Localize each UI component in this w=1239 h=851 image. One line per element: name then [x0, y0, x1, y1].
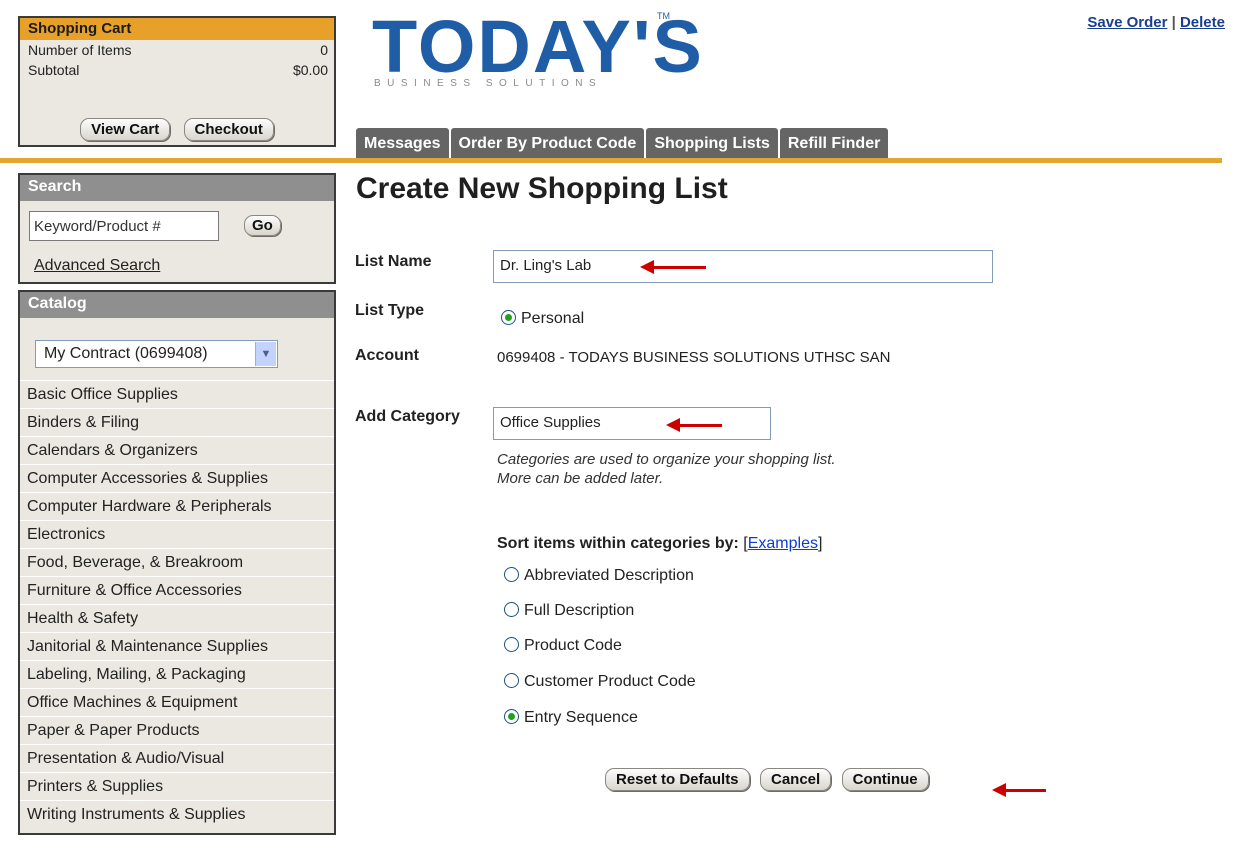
catalog-item[interactable]: Furniture & Office Accessories: [20, 576, 334, 604]
list-type-label: List Type: [355, 302, 425, 319]
annotation-arrow: [666, 418, 722, 432]
add-category-label: Add Category: [355, 408, 460, 425]
catalog-item[interactable]: Computer Accessories & Supplies: [20, 464, 334, 492]
sort-option[interactable]: Entry Sequence: [504, 709, 638, 727]
search-title: Search: [20, 175, 334, 201]
catalog-panel: Catalog My Contract (0699408) ▼ Basic Of…: [18, 290, 336, 835]
catalog-item[interactable]: Paper & Paper Products: [20, 716, 334, 744]
sort-option-label: Product Code: [524, 637, 622, 654]
cart-subtotal-label: Subtotal: [28, 62, 80, 78]
contract-select-value: My Contract (0699408): [44, 345, 208, 362]
cancel-button[interactable]: Cancel: [759, 768, 832, 791]
account-label: Account: [355, 347, 419, 364]
catalog-item[interactable]: Binders & Filing: [20, 408, 334, 436]
sort-option[interactable]: Abbreviated Description: [504, 567, 694, 585]
tab-shopping-lists[interactable]: Shopping Lists: [646, 128, 778, 158]
search-panel: Search Go Advanced Search: [18, 173, 336, 284]
catalog-item[interactable]: Writing Instruments & Supplies: [20, 800, 334, 828]
form-buttons: Reset to Defaults Cancel Continue: [605, 768, 929, 791]
chevron-down-icon[interactable]: ▼: [255, 342, 276, 366]
catalog-title: Catalog: [20, 292, 334, 318]
cart-subtotal-row: Subtotal $0.00: [20, 60, 334, 80]
catalog-item[interactable]: Printers & Supplies: [20, 772, 334, 800]
tab-order-by-product-code[interactable]: Order By Product Code: [450, 128, 645, 158]
catalog-item[interactable]: Health & Safety: [20, 604, 334, 632]
cart-items-label: Number of Items: [28, 42, 132, 58]
annotation-arrow: [992, 783, 1046, 797]
category-hint-line2: More can be added later.: [497, 470, 664, 487]
advanced-search-link[interactable]: Advanced Search: [34, 257, 160, 275]
continue-button[interactable]: Continue: [841, 768, 929, 791]
sort-heading: Sort items within categories by: [Exampl…: [497, 535, 822, 553]
delete-link[interactable]: Delete: [1180, 14, 1225, 31]
search-input[interactable]: [29, 211, 219, 241]
shopping-cart-panel: Shopping Cart Number of Items 0 Subtotal…: [18, 16, 336, 147]
tab-messages[interactable]: Messages: [356, 128, 449, 158]
examples-bracket-close: ]: [817, 535, 823, 552]
top-links-separator: |: [1171, 14, 1176, 31]
radio-full-description[interactable]: [504, 602, 519, 617]
cart-items-value: 0: [320, 42, 328, 58]
sort-label: Sort items within categories by:: [497, 535, 739, 552]
add-category-field[interactable]: Office Supplies: [493, 407, 771, 440]
radio-product-code[interactable]: [504, 637, 519, 652]
list-type-personal-label: Personal: [521, 310, 585, 327]
checkout-button[interactable]: Checkout: [183, 118, 274, 141]
list-name-value: Dr. Ling's Lab: [500, 257, 592, 274]
tab-refill-finder[interactable]: Refill Finder: [779, 128, 889, 158]
radio-abbreviated-description[interactable]: [504, 567, 519, 582]
sort-option-label: Abbreviated Description: [524, 567, 694, 584]
catalog-item[interactable]: Labeling, Mailing, & Packaging: [20, 660, 334, 688]
annotation-arrow: [640, 260, 706, 274]
top-links: Save Order | Delete: [1087, 14, 1225, 31]
reset-to-defaults-button[interactable]: Reset to Defaults: [605, 768, 750, 791]
logo-tagline: BUSINESS SOLUTIONS: [374, 78, 603, 89]
sort-option[interactable]: Full Description: [504, 602, 634, 620]
logo: TODAY'S: [372, 5, 704, 88]
catalog-list: Basic Office Supplies Binders & Filing C…: [20, 380, 334, 828]
catalog-item[interactable]: Calendars & Organizers: [20, 436, 334, 464]
radio-customer-product-code[interactable]: [504, 673, 519, 688]
logo-trademark: TM: [657, 11, 670, 21]
sort-option[interactable]: Customer Product Code: [504, 673, 696, 691]
cart-items-row: Number of Items 0: [20, 40, 334, 60]
go-button[interactable]: Go: [244, 215, 281, 236]
catalog-item[interactable]: Janitorial & Maintenance Supplies: [20, 632, 334, 660]
main-tabs: Messages Order By Product Code Shopping …: [356, 128, 890, 158]
header-divider: [0, 158, 1222, 163]
add-category-value: Office Supplies: [500, 414, 601, 431]
sort-option[interactable]: Product Code: [504, 637, 622, 655]
catalog-item[interactable]: Electronics: [20, 520, 334, 548]
cart-subtotal-value: $0.00: [292, 62, 328, 78]
list-name-label: List Name: [355, 253, 432, 270]
sort-option-label: Customer Product Code: [524, 673, 696, 690]
catalog-item[interactable]: Food, Beverage, & Breakroom: [20, 548, 334, 576]
view-cart-button[interactable]: View Cart: [80, 118, 171, 141]
catalog-item[interactable]: Basic Office Supplies: [20, 380, 334, 408]
examples-link[interactable]: Examples: [748, 535, 818, 552]
radio-personal[interactable]: [501, 310, 516, 325]
page-title: Create New Shopping List: [356, 172, 728, 205]
catalog-item[interactable]: Office Machines & Equipment: [20, 688, 334, 716]
list-type-option[interactable]: Personal: [501, 310, 584, 328]
contract-select[interactable]: My Contract (0699408) ▼: [35, 340, 278, 368]
sort-option-label: Entry Sequence: [524, 709, 638, 726]
cart-buttons: View Cart Checkout: [20, 118, 334, 141]
account-value: 0699408 - TODAYS BUSINESS SOLUTIONS UTHS…: [497, 349, 891, 366]
sort-option-label: Full Description: [524, 602, 635, 619]
catalog-item[interactable]: Presentation & Audio/Visual: [20, 744, 334, 772]
category-hint: Categories are used to organize your sho…: [497, 450, 836, 488]
catalog-item[interactable]: Computer Hardware & Peripherals: [20, 492, 334, 520]
category-hint-line1: Categories are used to organize your sho…: [497, 451, 836, 468]
radio-entry-sequence[interactable]: [504, 709, 519, 724]
save-order-link[interactable]: Save Order: [1087, 14, 1167, 31]
list-name-field[interactable]: Dr. Ling's Lab: [493, 250, 993, 283]
cart-title: Shopping Cart: [20, 18, 334, 40]
